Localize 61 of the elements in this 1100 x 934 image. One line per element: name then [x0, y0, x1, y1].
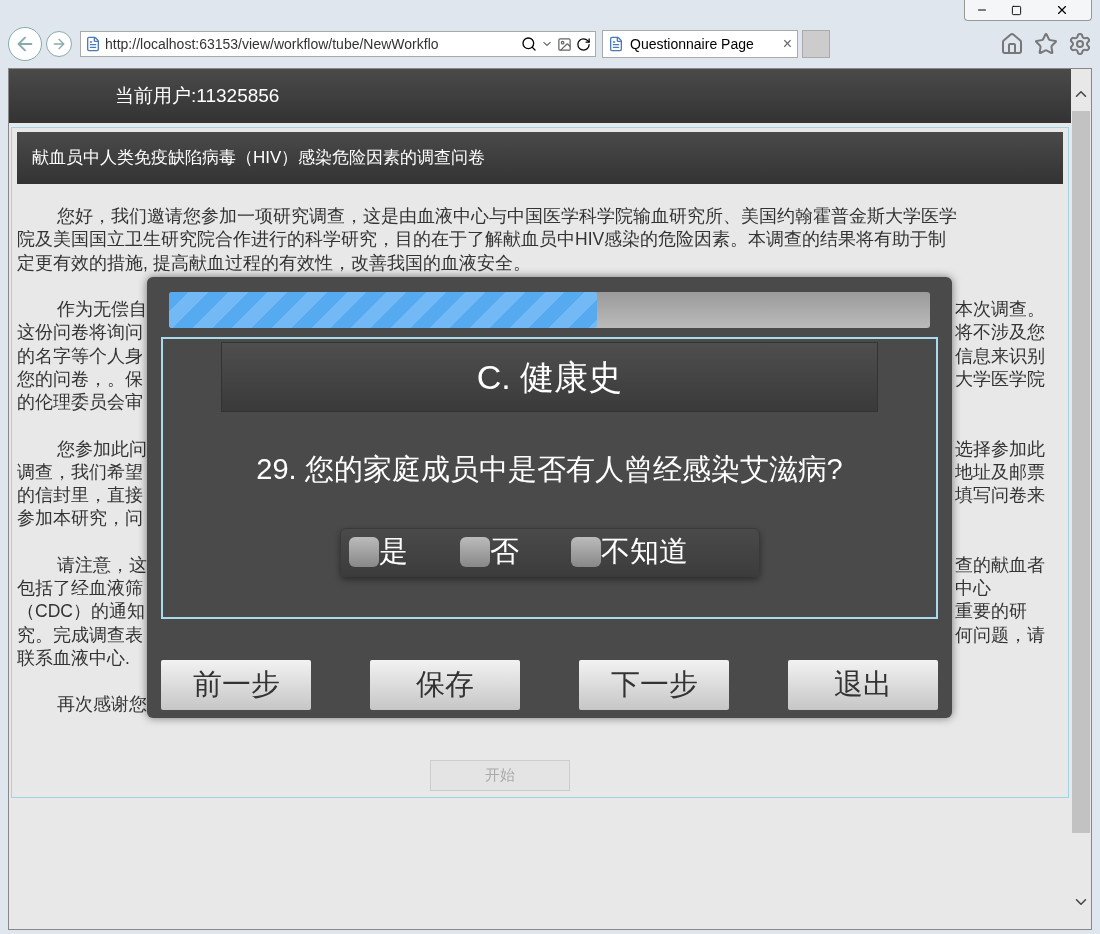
current-user: 当前用户:11325856 — [115, 83, 280, 108]
star-icon[interactable] — [1034, 32, 1058, 56]
paragraph-text: 填写问卷来 — [955, 484, 1045, 508]
paragraph-text: 中心 — [955, 577, 991, 600]
paragraph-text: 请注意，这 — [56, 553, 147, 577]
option[interactable]: 否 — [459, 530, 519, 574]
page-title: 献血员中人类免疫缺陷病毒（HIV）感染危险因素的调查问卷 — [32, 147, 486, 170]
forward-button[interactable] — [46, 31, 72, 57]
checkbox[interactable] — [459, 537, 490, 567]
paragraph-text: 您好，我们邀请您参加一项研究调查，这是由血液中心与中国医学科学院输血研究所、美国约翰霍普金斯大学医学 — [56, 205, 957, 229]
paragraph-text: 重要的研 — [955, 600, 1027, 624]
paragraph-text: 何问题，请 — [955, 623, 1045, 647]
paragraph-text: 本次调查。 — [955, 298, 1045, 322]
address-bar[interactable]: http://localhost:63153/view/workflow/tube/NewWorkflo — [80, 31, 596, 57]
paragraph-text: 的伦理委员会审 — [17, 391, 143, 415]
browser-tab[interactable]: Questionnaire Page × — [602, 30, 798, 58]
paragraph-text: （CDC）的通知 — [17, 600, 145, 624]
nav-button[interactable]: 保存 — [370, 660, 520, 710]
checkbox[interactable] — [348, 537, 379, 567]
paragraph-text: 定更有效的措施, 提高献血过程的有效性，改善我国的血液安全。 — [17, 251, 531, 275]
paragraph-text: 调查，我们希望 — [17, 460, 143, 484]
settings-icon[interactable] — [1068, 32, 1092, 56]
paragraph-text: 联系血液中心. — [17, 646, 130, 670]
paragraph-text: 选择参加此 — [955, 437, 1045, 461]
paragraph-text: 的名字等个人身 — [17, 344, 143, 368]
nav-button[interactable]: 前一步 — [161, 660, 311, 710]
page-icon — [85, 36, 101, 52]
section-title: C. 健康史 — [476, 356, 623, 398]
paragraph-text: 查的献血者 — [955, 553, 1045, 577]
forward-arrow-icon[interactable] — [51, 36, 67, 52]
paragraph-text: 院及美国国立卫生研究院合作进行的科学研究，目的在于了解献血员中HIV感染的危险因素。本调查的结果将有助于制 — [17, 228, 947, 252]
paragraph-text: 您的问卷，。保 — [17, 367, 143, 391]
home-icon[interactable] — [1000, 32, 1024, 56]
paragraph-text: 再次感谢您 — [56, 693, 147, 717]
url-text: http://localhost:63153/view/workflow/tube/NewWorkflo — [105, 34, 440, 54]
option[interactable]: 是 — [348, 530, 408, 574]
refresh-icon[interactable] — [576, 36, 591, 52]
tab-title: Questionnaire Page — [630, 34, 755, 54]
paragraph-text: 这份问卷将询问 — [17, 321, 143, 345]
paragraph-text: 信息来识别 — [955, 344, 1045, 368]
tab-close[interactable]: × — [782, 32, 792, 56]
page-icon — [608, 36, 624, 52]
back-button[interactable] — [8, 27, 42, 61]
nav-button[interactable]: 退出 — [788, 660, 938, 710]
paragraph-text: 包括了经血液筛 — [17, 577, 143, 600]
paragraph-text: 的信封里，直接 — [17, 484, 143, 508]
close-icon[interactable] — [1055, 3, 1069, 17]
checkbox[interactable] — [570, 537, 601, 567]
nav-button[interactable]: 下一步 — [579, 660, 729, 710]
paragraph-text: 参加本研究，问 — [17, 507, 143, 531]
maximize-icon[interactable] — [1010, 4, 1022, 16]
paragraph-text: 大学医学院 — [955, 367, 1045, 391]
search-icon[interactable] — [521, 36, 537, 52]
paragraph-text: 作为无偿自 — [56, 298, 147, 322]
question-text: 29. 您的家庭成员中是否有人曾经感染艾滋病? — [256, 452, 843, 487]
paragraph-text: 将不涉及您 — [955, 321, 1045, 345]
paragraph-text: 您参加此问 — [56, 437, 147, 461]
scrollbar-thumb[interactable] — [1072, 111, 1090, 833]
option[interactable]: 不知道 — [570, 530, 688, 574]
paragraph-text: 究。完成调查表 — [17, 623, 143, 647]
paragraph-text: 地址及邮票 — [955, 460, 1045, 484]
